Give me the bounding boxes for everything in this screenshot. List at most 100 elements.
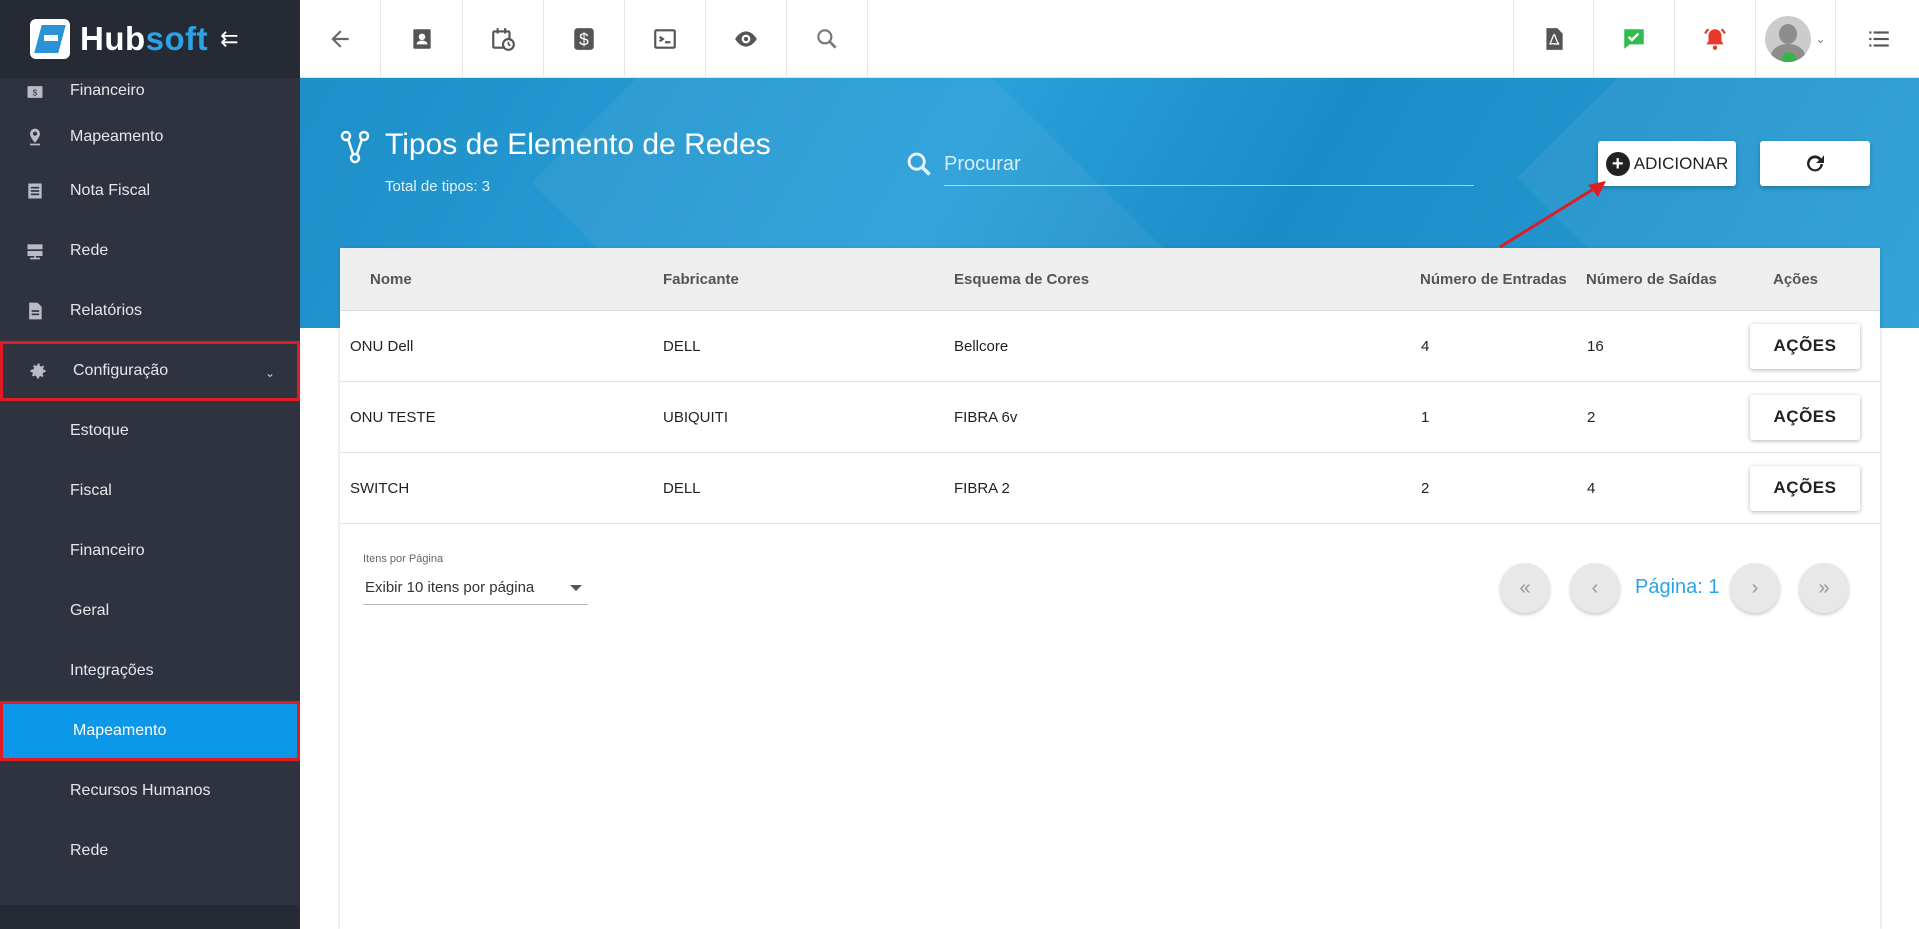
svg-text:$: $ [33,87,38,97]
double-chevron-right-icon: » [1818,576,1830,599]
eye-icon [735,31,757,47]
column-header-nome[interactable]: Nome [370,271,412,288]
column-header-saidas[interactable]: Número de Saídas [1586,271,1717,288]
search-icon [907,152,931,176]
contact-card-icon [413,29,431,49]
page-subtitle: Total de tipos: 3 [385,178,491,195]
items-per-page-select[interactable]: Exibir 10 itens por página [363,571,588,605]
terminal-button[interactable] [625,0,706,78]
check-chat-icon [1624,29,1644,49]
sidebar-item-financeiro[interactable]: $ Financeiro [0,78,300,112]
cell-fabricante: UBIQUITI [663,408,729,426]
cell-fabricante: DELL [663,479,701,497]
cell-nome: ONU TESTE [350,408,436,426]
bell-alarm-icon [1704,28,1726,50]
report-icon [0,301,70,321]
calendar-clock-icon [492,28,515,51]
column-header-fabricante[interactable]: Fabricante [663,271,739,288]
pdf-button[interactable] [1513,0,1594,78]
last-page-button[interactable]: » [1799,563,1849,613]
sidebar-subitem-recursos-humanos[interactable]: Recursos Humanos [0,761,300,821]
logo-hub-text: Hub [80,20,146,57]
list-icon [1868,31,1889,47]
alarm-button[interactable] [1675,0,1756,78]
cell-entradas: 4 [1421,337,1430,355]
search-icon [817,29,837,49]
first-page-button[interactable]: « [1500,563,1550,613]
column-header-esquema[interactable]: Esquema de Cores [954,271,1089,288]
sidebar-subitem-mapeamento[interactable]: Mapeamento [0,701,300,761]
plus-circle-icon: + [1605,151,1630,176]
menu-list-button[interactable] [1838,0,1919,78]
page-indicator: Página: 1 [1635,576,1720,598]
terminal-icon [654,29,676,49]
add-button-label: ADICIONAR [1633,153,1729,173]
svg-text:$: $ [579,30,589,50]
back-button[interactable] [300,0,381,78]
prev-page-button[interactable]: ‹ [1570,563,1620,613]
sidebar-subitem-label: Financeiro [70,542,145,559]
next-page-button[interactable]: › [1730,563,1780,613]
sidebar-subitem-rede[interactable]: Rede [0,821,300,881]
sidebar-item-label: Nota Fiscal [70,182,151,199]
row-actions-button[interactable]: AÇÕES [1750,465,1860,511]
finance-button[interactable]: $ [544,0,625,78]
cell-esquema: FIBRA 6v [954,408,1018,426]
cell-fabricante: DELL [663,337,701,355]
search-button[interactable] [787,0,868,78]
sidebar-item-rede[interactable]: Rede [0,221,300,281]
cell-nome: SWITCH [350,479,410,497]
sidebar-item-mapeamento[interactable]: Mapeamento [0,112,300,161]
table-row[interactable]: ONU TESTE UBIQUITI FIBRA 6v 1 2 AÇÕES [340,382,1880,453]
sidebar-subitem-label: Geral [70,602,110,619]
sidebar-subitem-geral[interactable]: Geral [0,581,300,641]
annotation-arrow [1499,181,1606,249]
cell-esquema: FIBRA 2 [954,479,1010,497]
pdf-icon [1545,28,1563,50]
sidebar-subitem-label: Integrações [70,662,154,679]
logo-icon [30,19,70,59]
sidebar-subitem-financeiro[interactable]: Financeiro [0,521,300,581]
document-icon [0,181,70,201]
user-menu-button[interactable]: ⌄ [1756,0,1836,78]
table-header: Nome Fabricante Esquema de Cores Número … [340,248,1880,311]
sidebar-subitem-label: Mapeamento [73,722,167,739]
sidebar-item-configuracao[interactable]: Configuração ⌄ [0,341,300,401]
cell-saidas: 4 [1587,479,1596,497]
dollar-icon: $ [574,28,594,50]
calendar-button[interactable] [463,0,544,78]
items-per-page-value: Exibir 10 itens por página [365,579,535,596]
column-header-entradas[interactable]: Número de Entradas [1420,271,1567,288]
chevron-right-icon: › [1751,576,1759,599]
tasks-button[interactable] [1594,0,1675,78]
collapse-menu-icon[interactable]: ⇇ [220,26,238,52]
column-header-acoes: Ações [1773,270,1819,288]
table-row[interactable]: SWITCH DELL FIBRA 2 2 4 AÇÕES [340,453,1880,524]
sidebar-subitem-integracoes[interactable]: Integrações [0,641,300,701]
page-title: Tipos de Elemento de Redes [385,128,771,161]
logo-soft-text: soft [145,20,209,57]
topbar: $ ⌄ [300,0,1919,78]
cell-saidas: 16 [1587,337,1604,355]
sidebar-item-relatorios[interactable]: Relatórios [0,281,300,341]
table-row[interactable]: ONU Dell DELL Bellcore 4 16 AÇÕES [340,311,1880,382]
refresh-button[interactable] [1760,141,1870,186]
server-icon [0,241,70,261]
chevron-down-icon: ⌄ [264,366,275,380]
row-actions-button[interactable]: AÇÕES [1750,323,1860,369]
sidebar-item-label: Relatórios [70,302,143,319]
items-per-page-label: Itens por Página [363,553,444,565]
view-button[interactable] [706,0,787,78]
chevron-left-icon: ‹ [1591,576,1599,599]
sidebar-subitem-fiscal[interactable]: Fiscal [0,461,300,521]
search-input[interactable] [944,144,1474,186]
dropdown-caret-icon [570,584,582,591]
sidebar-item-nota-fiscal[interactable]: Nota Fiscal [0,161,300,221]
logo-text: Hub soft [80,20,208,58]
sidebar-subitem-estoque[interactable]: Estoque [0,401,300,461]
sidebar-subitem-label: Estoque [70,422,129,439]
row-actions-button[interactable]: AÇÕES [1750,394,1860,440]
contacts-button[interactable] [382,0,463,78]
sidebar-item-label: Mapeamento [70,127,164,145]
map-pin-icon [0,127,70,147]
